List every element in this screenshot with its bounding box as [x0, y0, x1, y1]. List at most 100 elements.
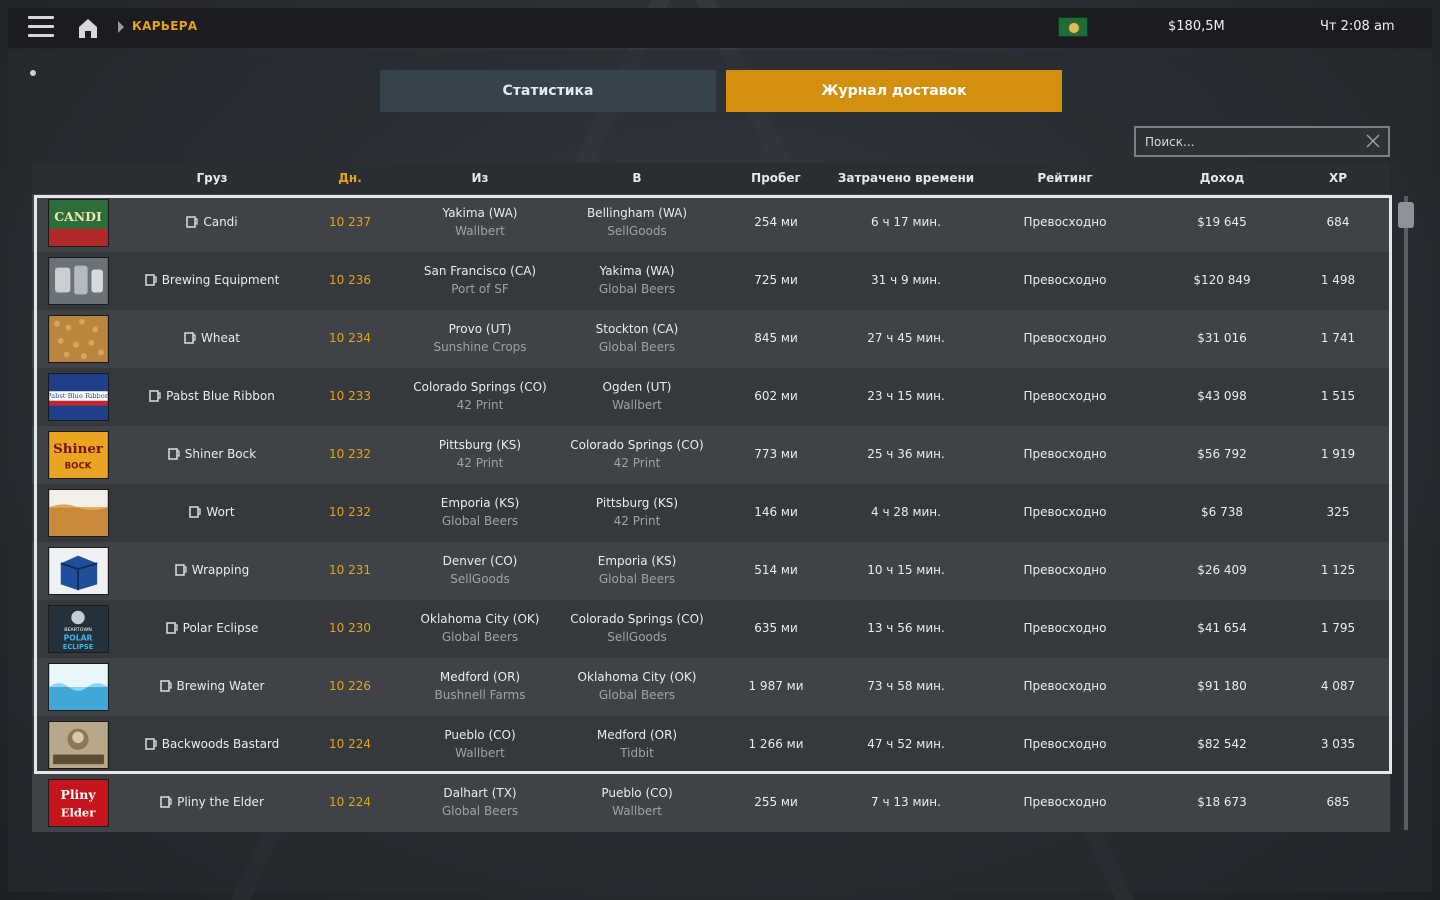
from-city: Pueblo (CO) [444, 728, 516, 742]
income-value: $56 792 [1197, 447, 1247, 461]
col-distance[interactable]: Пробег [736, 171, 816, 185]
day-value: 10 233 [329, 389, 371, 403]
table-row[interactable]: BEARTOWN POLAR ECLIPSE Polar Eclipse 10 … [32, 600, 1390, 658]
cargo-name: Pliny the Elder [132, 795, 292, 809]
to-company: Global Beers [598, 340, 676, 354]
to-city: Colorado Springs (CO) [570, 438, 704, 452]
distance-value: 255 ми [754, 795, 798, 809]
table-row[interactable]: Wheat 10 234 Provo (UT) Sunshine Crops S… [32, 310, 1390, 368]
table-row[interactable]: Brewing Equipment 10 236 San Francisco (… [32, 252, 1390, 310]
day-value: 10 232 [329, 505, 371, 519]
table-row[interactable]: Pabst Blue Ribbon Pabst Blue Ribbon 10 2… [32, 368, 1390, 426]
time-value: 10 ч 15 мин. [867, 563, 945, 577]
to-city: Pueblo (CO) [601, 786, 673, 800]
table-row[interactable]: Shiner BOCK Shiner Bock 10 232 Pittsburg… [32, 426, 1390, 484]
xp-value: 1 498 [1320, 273, 1356, 287]
breadcrumb[interactable]: КАРЬЕРА [132, 19, 197, 33]
tab-delivery-log[interactable]: Журнал доставок [726, 70, 1062, 112]
col-rating[interactable]: Рейтинг [1005, 171, 1125, 185]
col-day[interactable]: Дн. [320, 171, 380, 185]
table-row[interactable]: Backwoods Bastard 10 224 Pueblo (CO) Wal… [32, 716, 1390, 774]
table-row[interactable]: CANDI Candi 10 237 Yakima (WA) Wallbert … [32, 194, 1390, 252]
scrollbar-track[interactable] [1404, 196, 1408, 830]
day-value: 10 232 [329, 447, 371, 461]
rating-value: Превосходно [1023, 621, 1107, 635]
distance-value: 773 ми [754, 447, 798, 461]
from-city: Medford (OR) [439, 670, 521, 684]
to-city: Ogden (UT) [602, 380, 672, 394]
clear-search-icon[interactable] [1366, 134, 1380, 148]
income-value: $41 654 [1197, 621, 1247, 635]
col-time[interactable]: Затрачено времени [826, 171, 986, 185]
from-city: Dalhart (TX) [443, 786, 517, 800]
tab-statistics[interactable]: Статистика [380, 70, 716, 112]
xp-value: 325 [1326, 505, 1350, 519]
search-input[interactable] [1136, 134, 1356, 149]
beer-mug-icon [175, 564, 187, 576]
cargo-name: Brewing Equipment [132, 273, 292, 287]
cargo-thumbnail-shiner: Shiner BOCK [48, 431, 109, 479]
xp-value: 1 125 [1320, 563, 1356, 577]
to-city: Oklahoma City (OK) [577, 670, 697, 684]
income-value: $31 016 [1197, 331, 1247, 345]
beer-mug-icon [149, 390, 161, 402]
cargo-thumbnail-backwoods-bastard [48, 721, 109, 769]
table-row[interactable]: Wort 10 232 Emporia (KS) Global Beers Pi… [32, 484, 1390, 542]
col-from[interactable]: Из [420, 171, 540, 185]
col-xp[interactable]: XP [1308, 171, 1368, 185]
rating-value: Превосходно [1023, 795, 1107, 809]
cargo-thumbnail-brewing-equipment [48, 257, 109, 305]
from-company: Wallbert [455, 746, 505, 760]
day-value: 10 224 [329, 737, 371, 751]
time-value: 27 ч 45 мин. [867, 331, 945, 345]
hamburger-menu-icon[interactable] [28, 16, 54, 40]
to-city: Stockton (CA) [595, 322, 679, 336]
table-row[interactable]: Pliny Elder Pliny the Elder 10 224 Dalha… [32, 774, 1390, 832]
to-company: SellGoods [607, 224, 667, 238]
to-company: Global Beers [598, 282, 676, 296]
col-to[interactable]: В [577, 171, 697, 185]
home-icon[interactable] [76, 16, 100, 40]
time-value: 25 ч 36 мин. [867, 447, 945, 461]
xp-value: 3 035 [1320, 737, 1356, 751]
from-company: Global Beers [441, 630, 519, 644]
income-value: $18 673 [1197, 795, 1247, 809]
svg-text:POLAR: POLAR [64, 634, 93, 643]
table-header: Груз Дн. Из В Пробег Затрачено времени Р… [32, 163, 1390, 194]
rating-value: Превосходно [1023, 679, 1107, 693]
from-city: Denver (CO) [442, 554, 518, 568]
rating-value: Превосходно [1023, 505, 1107, 519]
beer-mug-icon [144, 274, 157, 286]
to-company: Wallbert [612, 398, 662, 412]
day-value: 10 230 [329, 621, 371, 635]
table-row[interactable]: Brewing Water 10 226 Medford (OR) Bushne… [32, 658, 1390, 716]
from-city: San Francisco (CA) [423, 264, 537, 278]
rating-value: Превосходно [1023, 273, 1107, 287]
distance-value: 514 ми [754, 563, 798, 577]
beer-mug-icon [165, 622, 178, 634]
cargo-thumbnail-pliny: Pliny Elder [48, 779, 109, 827]
from-city: Colorado Springs (CO) [413, 380, 547, 394]
distance-value: 725 ми [754, 273, 798, 287]
time-value: 7 ч 13 мин. [871, 795, 941, 809]
time-value: 73 ч 58 мин. [867, 679, 945, 693]
to-company: 42 Print [613, 514, 661, 528]
cargo-name: Wort [132, 505, 292, 519]
game-clock: Чт 2:08 am [1320, 19, 1395, 34]
time-value: 31 ч 9 мин. [871, 273, 941, 287]
day-value: 10 226 [329, 679, 371, 693]
beer-mug-icon [186, 216, 198, 228]
svg-text:ECLIPSE: ECLIPSE [63, 643, 94, 651]
from-company: Bushnell Farms [434, 688, 526, 702]
beer-mug-icon [159, 680, 172, 692]
col-income[interactable]: Доход [1172, 171, 1272, 185]
cargo-thumbnail-wrapping [48, 547, 109, 595]
scrollbar-thumb[interactable] [1398, 202, 1414, 228]
from-city: Oklahoma City (OK) [420, 612, 540, 626]
table-row[interactable]: Wrapping 10 231 Denver (CO) SellGoods Em… [32, 542, 1390, 600]
cargo-name: Pabst Blue Ribbon [132, 389, 292, 403]
col-cargo[interactable]: Груз [162, 171, 262, 185]
top-bar: КАРЬЕРА $180,5M Чт 2:08 am [8, 8, 1432, 48]
xp-value: 684 [1326, 215, 1350, 229]
time-value: 23 ч 15 мин. [867, 389, 945, 403]
